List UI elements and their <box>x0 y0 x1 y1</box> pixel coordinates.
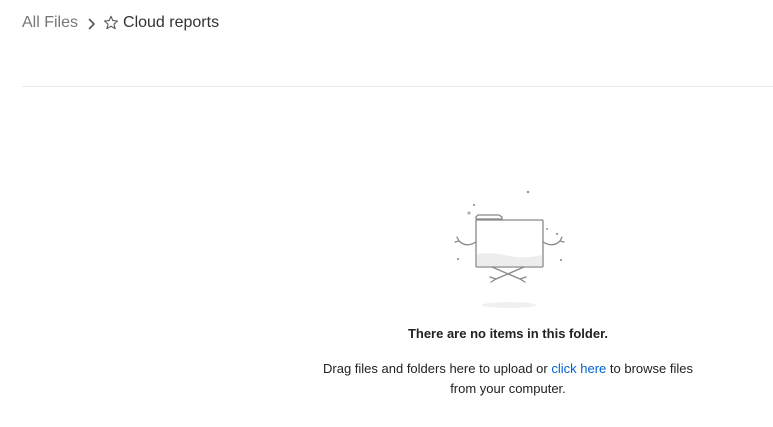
breadcrumb-all-files[interactable]: All Files <box>22 14 78 32</box>
breadcrumb: All Files Cloud reports <box>22 12 219 34</box>
chevron-right-icon <box>84 16 100 30</box>
folder-view: All Files Cloud reports There are no ite… <box>0 0 773 427</box>
empty-state-title: There are no items in this folder. <box>407 326 609 341</box>
breadcrumb-current-folder: Cloud reports <box>123 14 220 31</box>
header-divider <box>22 86 773 87</box>
empty-state-text-before: Drag files and folders here to upload or <box>323 361 552 376</box>
empty-folder-illustration <box>446 186 572 310</box>
empty-state-description: Drag files and folders here to upload or… <box>318 359 698 399</box>
upload-click-here-link[interactable]: click here <box>551 361 606 376</box>
star-outline-icon[interactable] <box>103 15 119 31</box>
